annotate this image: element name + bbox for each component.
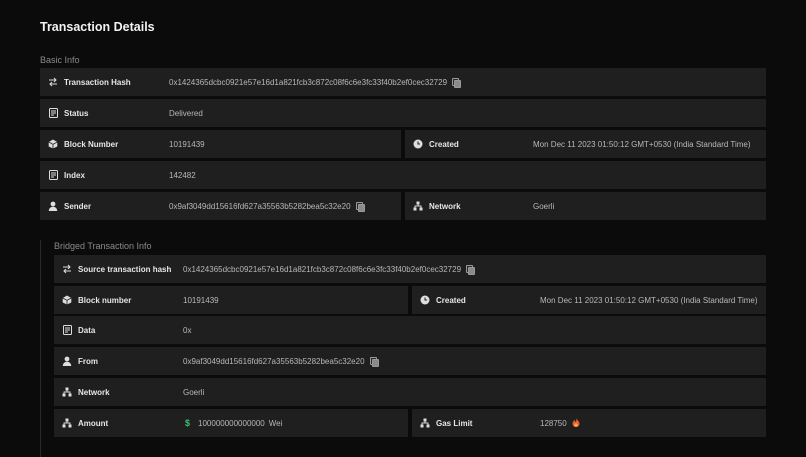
clock-icon (413, 139, 423, 149)
amount-row: Amount $ 100000000000000 Wei (54, 409, 408, 437)
gas-limit-row: Gas Limit 128750 (412, 409, 766, 437)
bridged-network-label: Network (62, 387, 110, 397)
from-value: 0x9af3049dd15616fd627a35563b5282bea5c32e… (183, 356, 379, 367)
sender-row: Sender 0x9af3049dd15616fd627a35563b5282b… (40, 192, 401, 220)
copy-icon[interactable] (369, 357, 379, 367)
copy-icon[interactable] (452, 78, 462, 88)
bridged-block-label-text: Block number (78, 295, 132, 305)
user-icon (48, 201, 58, 211)
transaction-hash-text: 0x1424365dcbc0921e57e16d1a821fcb3c872c08… (169, 77, 448, 87)
created-label-text: Created (429, 139, 459, 149)
page-title: Transaction Details (40, 20, 155, 34)
network-icon (62, 387, 72, 397)
sender-label-text: Sender (64, 201, 92, 211)
bridged-created-label-text: Created (436, 295, 466, 305)
data-label-text: Data (78, 325, 96, 335)
block-number-value: 10191439 (169, 139, 205, 149)
amount-label: Amount (62, 418, 108, 428)
data-label: Data (62, 325, 95, 335)
source-hash-label: Source transaction hash (62, 264, 171, 274)
sender-address-text: 0x9af3049dd15616fd627a35563b5282bea5c32e… (169, 201, 351, 211)
source-hash-row: Source transaction hash 0x1424365dcbc092… (54, 255, 766, 283)
gas-limit-label-text: Gas Limit (436, 418, 473, 428)
source-hash-label-text: Source transaction hash (78, 264, 172, 274)
index-label-text: Index (64, 170, 85, 180)
clock-icon (420, 295, 430, 305)
copy-icon[interactable] (466, 265, 476, 275)
block-number-label: Block Number (48, 139, 118, 149)
from-label-text: From (78, 356, 98, 366)
bridged-block-label: Block number (62, 295, 131, 305)
amount-number: 100000000000000 (198, 418, 265, 428)
network-label: Network (413, 201, 461, 211)
network-icon (413, 201, 423, 211)
transaction-hash-value: 0x1424365dcbc0921e57e16d1a821fcb3c872c08… (169, 77, 462, 88)
amount-label-text: Amount (78, 418, 109, 428)
transaction-hash-row: Transaction Hash 0x1424365dcbc0921e57e16… (40, 68, 766, 96)
index-label: Index (48, 170, 85, 180)
cube-icon (62, 295, 72, 305)
transaction-hash-label: Transaction Hash (48, 77, 131, 87)
gas-limit-label: Gas Limit (420, 418, 472, 428)
index-row: Index 142482 (40, 161, 766, 189)
from-label: From (62, 356, 98, 366)
bridged-block-row: Block number 10191439 (54, 286, 408, 314)
gas-limit-value: 128750 (540, 417, 580, 429)
basic-info-title: Basic Info (40, 55, 80, 65)
bridged-info-title: Bridged Transaction Info (54, 241, 152, 251)
flame-icon (572, 417, 580, 429)
from-row: From 0x9af3049dd15616fd627a35563b5282bea… (54, 347, 766, 375)
user-icon (62, 356, 72, 366)
document-icon (48, 170, 58, 180)
block-number-row: Block Number 10191439 (40, 130, 401, 158)
status-label: Status (48, 108, 88, 118)
index-value: 142482 (169, 170, 196, 180)
created-row: Created Mon Dec 11 2023 01:50:12 GMT+053… (405, 130, 766, 158)
amount-value: $ 100000000000000 Wei (185, 418, 282, 428)
copy-icon[interactable] (355, 202, 365, 212)
data-row: Data 0x (54, 316, 766, 344)
created-label: Created (413, 139, 459, 149)
swap-arrows-icon (62, 264, 72, 274)
network-label-text: Network (429, 201, 461, 211)
sender-label: Sender (48, 201, 91, 211)
network-row: Network Goerli (405, 192, 766, 220)
dollar-icon: $ (185, 418, 191, 428)
transaction-hash-label-text: Transaction Hash (64, 77, 131, 87)
status-label-text: Status (64, 108, 89, 118)
document-icon (48, 108, 58, 118)
status-row: Status Delivered (40, 99, 766, 127)
bridged-network-value: Goerli (183, 387, 205, 397)
bridged-network-label-text: Network (78, 387, 110, 397)
cube-icon (48, 139, 58, 149)
sender-value: 0x9af3049dd15616fd627a35563b5282bea5c32e… (169, 201, 365, 212)
section-divider-line (40, 240, 41, 457)
source-hash-text: 0x1424365dcbc0921e57e16d1a821fcb3c872c08… (183, 264, 462, 274)
network-icon (62, 418, 72, 428)
bridged-created-row: Created Mon Dec 11 2023 01:50:12 GMT+053… (412, 286, 766, 314)
gas-limit-number: 128750 (540, 418, 567, 428)
source-hash-value: 0x1424365dcbc0921e57e16d1a821fcb3c872c08… (183, 264, 476, 275)
bridged-network-row: Network Goerli (54, 378, 766, 406)
from-address-text: 0x9af3049dd15616fd627a35563b5282bea5c32e… (183, 356, 365, 366)
bridged-block-value: 10191439 (183, 295, 219, 305)
created-value: Mon Dec 11 2023 01:50:12 GMT+0530 (India… (533, 139, 751, 149)
data-value: 0x (183, 325, 192, 335)
swap-arrows-icon (48, 77, 58, 87)
bridged-created-label: Created (420, 295, 466, 305)
document-icon (62, 325, 72, 335)
network-icon (420, 418, 430, 428)
amount-unit: Wei (268, 418, 283, 428)
bridged-created-value: Mon Dec 11 2023 01:50:12 GMT+0530 (India… (540, 295, 758, 305)
network-value: Goerli (533, 201, 555, 211)
status-value: Delivered (169, 108, 203, 118)
block-number-label-text: Block Number (64, 139, 119, 149)
